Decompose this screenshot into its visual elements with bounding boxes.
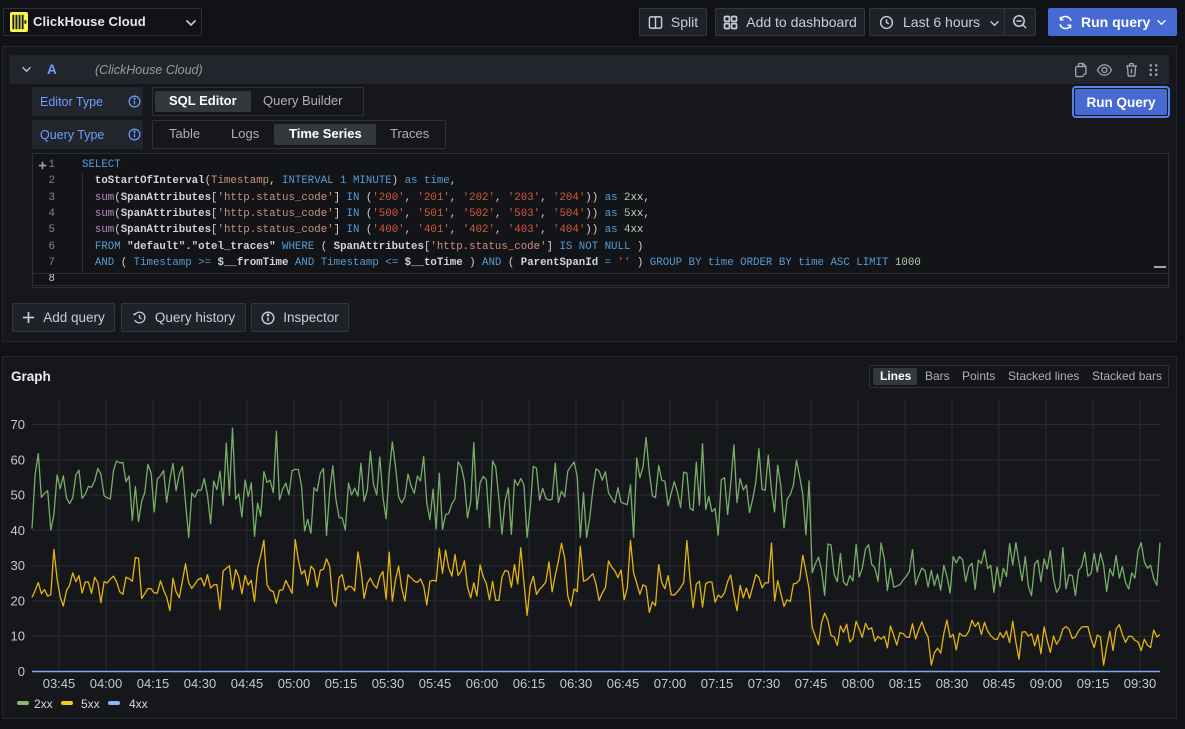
svg-text:05:30: 05:30: [372, 676, 405, 691]
svg-text:06:00: 06:00: [466, 676, 499, 691]
svg-text:06:45: 06:45: [607, 676, 640, 691]
svg-text:07:45: 07:45: [795, 676, 828, 691]
svg-text:08:15: 08:15: [889, 676, 922, 691]
svg-text:30: 30: [11, 558, 25, 573]
svg-text:03:45: 03:45: [43, 676, 76, 691]
svg-text:20: 20: [11, 593, 25, 608]
svg-text:70: 70: [11, 417, 25, 432]
svg-text:07:15: 07:15: [701, 676, 734, 691]
svg-text:05:00: 05:00: [278, 676, 311, 691]
svg-text:07:00: 07:00: [654, 676, 687, 691]
svg-text:04:15: 04:15: [137, 676, 170, 691]
svg-text:05:45: 05:45: [419, 676, 452, 691]
svg-text:04:00: 04:00: [90, 676, 123, 691]
svg-text:07:30: 07:30: [748, 676, 781, 691]
svg-text:50: 50: [11, 488, 25, 503]
svg-text:04:30: 04:30: [184, 676, 217, 691]
svg-text:09:15: 09:15: [1077, 676, 1110, 691]
svg-text:08:45: 08:45: [983, 676, 1016, 691]
svg-text:40: 40: [11, 523, 25, 538]
svg-text:09:30: 09:30: [1124, 676, 1157, 691]
svg-text:0: 0: [18, 664, 25, 679]
svg-text:06:15: 06:15: [513, 676, 546, 691]
svg-text:08:30: 08:30: [936, 676, 969, 691]
svg-text:04:45: 04:45: [231, 676, 264, 691]
svg-text:10: 10: [11, 629, 25, 644]
svg-text:06:30: 06:30: [560, 676, 593, 691]
svg-text:09:00: 09:00: [1030, 676, 1063, 691]
svg-text:05:15: 05:15: [325, 676, 358, 691]
svg-text:60: 60: [11, 452, 25, 467]
svg-text:08:00: 08:00: [842, 676, 875, 691]
